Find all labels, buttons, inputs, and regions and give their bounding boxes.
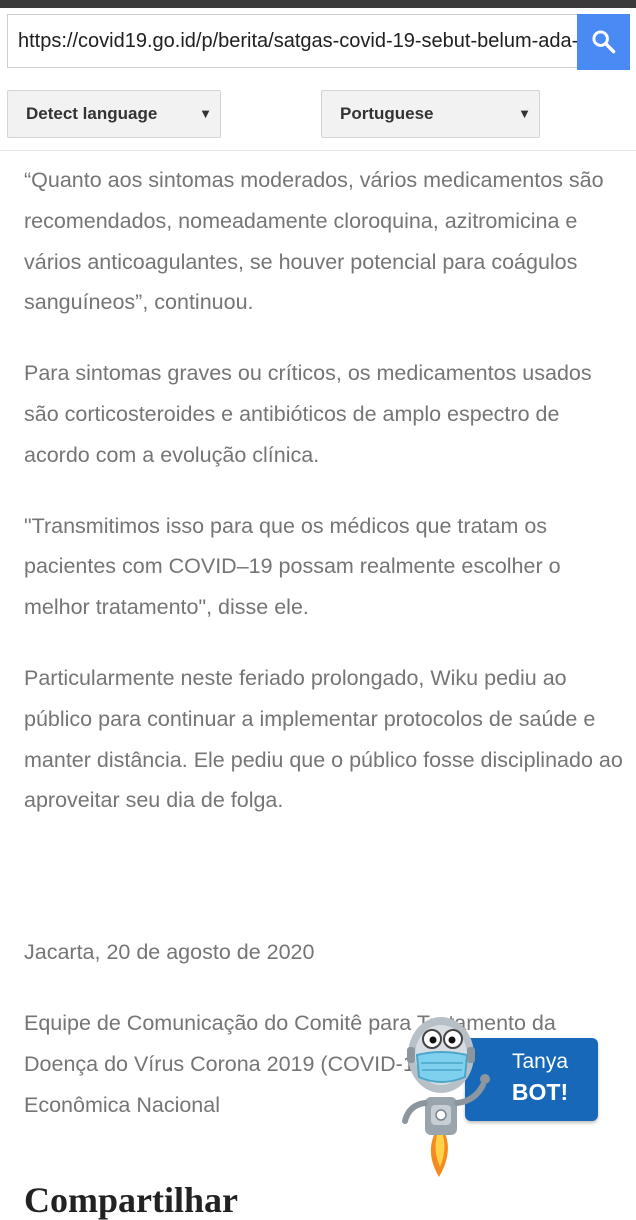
robot-mascot-icon xyxy=(402,1017,490,1177)
go-button[interactable] xyxy=(577,14,630,70)
article-dateline: Jacarta, 20 de agosto de 2020 xyxy=(24,940,315,965)
source-language-select[interactable]: Detect language ▼ xyxy=(7,90,221,138)
url-bar: https://covid19.go.id/p/berita/satgas-co… xyxy=(0,8,636,80)
translate-language-bar: Detect language ▼ Portuguese ▼ xyxy=(0,80,636,151)
tanya-bot-widget[interactable]: Tanya BOT! xyxy=(395,1005,600,1180)
url-input[interactable]: https://covid19.go.id/p/berita/satgas-co… xyxy=(7,14,577,68)
chevron-down-icon: ▼ xyxy=(199,106,212,121)
article-paragraph: "Transmitimos isso para que os médicos q… xyxy=(24,513,561,620)
article-paragraph: Particularmente neste feriado prolongado… xyxy=(24,665,623,813)
article-paragraph: “Quanto aos sintomas moderados, vários m… xyxy=(24,168,604,315)
target-language-select[interactable]: Portuguese ▼ xyxy=(321,90,540,138)
target-language-label: Portuguese xyxy=(340,104,434,123)
chevron-down-icon: ▼ xyxy=(518,106,531,121)
bot-label-line1: Tanya xyxy=(511,1050,569,1073)
bot-label-line2: BOT! xyxy=(511,1079,569,1105)
status-strip xyxy=(0,0,636,8)
share-heading: Compartilhar xyxy=(24,1180,238,1220)
source-language-label: Detect language xyxy=(26,104,158,123)
article-paragraph: Para sintomas graves ou críticos, os med… xyxy=(24,361,592,467)
search-icon xyxy=(592,30,616,54)
